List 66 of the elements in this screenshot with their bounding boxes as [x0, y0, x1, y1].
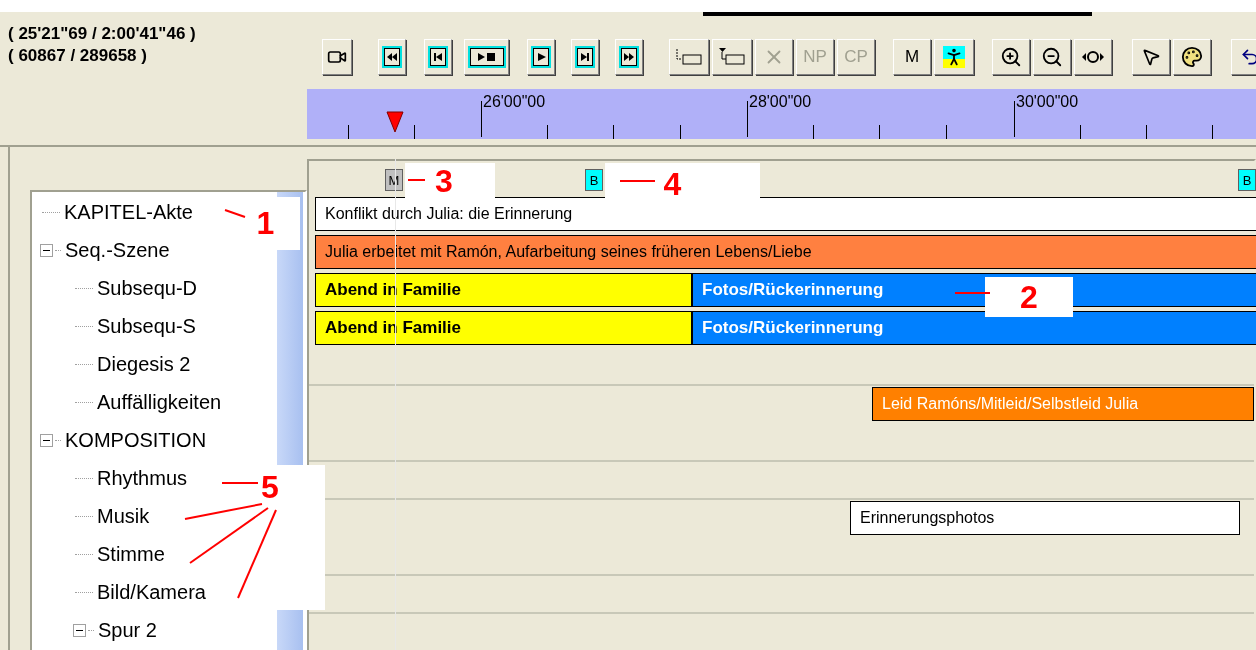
tree-item[interactable]: Diegesis 2	[97, 352, 191, 376]
pointer-button[interactable]	[1132, 39, 1170, 75]
step-forward-icon	[579, 52, 591, 62]
zoom-out-button[interactable]	[1033, 39, 1071, 75]
callout-number: 3	[435, 163, 453, 200]
fast-forward-button[interactable]	[615, 39, 643, 75]
leader-line	[224, 209, 246, 218]
leader-line	[954, 292, 991, 294]
fast-forward-icon	[623, 52, 635, 62]
rewind-button[interactable]	[378, 39, 406, 75]
time-label: 30'00"00	[1016, 93, 1079, 111]
camera-button[interactable]	[322, 39, 352, 75]
marker[interactable]: B	[1238, 169, 1256, 191]
step-back-icon	[432, 52, 444, 62]
play-icon	[535, 52, 547, 62]
collapse-toggle[interactable]	[40, 243, 53, 257]
walker-button[interactable]	[934, 39, 974, 75]
tree-item[interactable]: Stimme	[97, 542, 165, 566]
timeline-segment[interactable]: Erinnerungsphotos	[850, 501, 1240, 535]
tree-item[interactable]: Subsequ-S	[97, 314, 196, 338]
step-forward-button[interactable]	[571, 39, 599, 75]
tree-item[interactable]: Subsequ-D	[97, 276, 198, 300]
tree-item[interactable]: KOMPOSITION	[65, 428, 207, 452]
frame-position: ( 60867 / 289658 )	[8, 46, 148, 66]
fit-icon	[1081, 50, 1105, 64]
timeline-segment[interactable]: Konflikt durch Julia: die Erinnerung	[315, 197, 1256, 231]
tree-item[interactable]: Rhythmus	[97, 466, 188, 490]
collapse-toggle[interactable]	[73, 623, 86, 637]
play-stop-button[interactable]	[464, 39, 509, 75]
tree-item[interactable]: Auffälligkeiten	[97, 390, 222, 414]
time-ruler[interactable]: 26'00"00 28'00"00 30'00"00	[307, 89, 1256, 139]
play-stop-icon	[475, 52, 498, 62]
range-end-button[interactable]	[712, 39, 752, 75]
tree-item[interactable]: Bild/Kamera	[97, 580, 206, 604]
step-back-button[interactable]	[424, 39, 452, 75]
tree-item[interactable]: KAPITEL-Akte	[64, 200, 193, 224]
time-label: 26'00"00	[483, 93, 546, 111]
leader-line	[407, 179, 426, 181]
play-button[interactable]	[527, 39, 555, 75]
callout-number: 5	[261, 469, 279, 506]
playhead-icon[interactable]	[386, 111, 404, 133]
time-label: 28'00"00	[749, 93, 812, 111]
walker-icon	[943, 46, 965, 68]
marker[interactable]: B	[585, 169, 603, 191]
collapse-toggle[interactable]	[40, 433, 53, 447]
tree-item[interactable]: Spur 2	[98, 618, 157, 642]
toolbar-button[interactable]: M	[893, 39, 931, 75]
callout-number: 1	[256, 205, 275, 242]
timeline-segment[interactable]: Fotos/Rückerinnerung	[692, 311, 1256, 345]
leader-line	[221, 482, 259, 484]
rewind-icon	[386, 52, 398, 62]
range-start-button[interactable]	[669, 39, 709, 75]
zoom-in-button[interactable]	[992, 39, 1030, 75]
time-position: ( 25'21"69 / 2:00'41"46 )	[8, 24, 197, 44]
undo-icon	[1240, 47, 1256, 67]
zoom-out-icon	[1041, 46, 1063, 68]
palette-icon	[1181, 46, 1203, 68]
leader-line	[619, 180, 656, 182]
pointer-icon	[1141, 47, 1161, 67]
fit-button[interactable]	[1074, 39, 1112, 75]
palette-button[interactable]	[1173, 39, 1211, 75]
zoom-in-icon	[1000, 46, 1022, 68]
tree-item[interactable]: Musik	[97, 504, 150, 528]
bracket-icon	[718, 47, 746, 67]
tree-item[interactable]: Seq.-Szene	[65, 238, 170, 262]
bracket-icon	[675, 47, 703, 67]
